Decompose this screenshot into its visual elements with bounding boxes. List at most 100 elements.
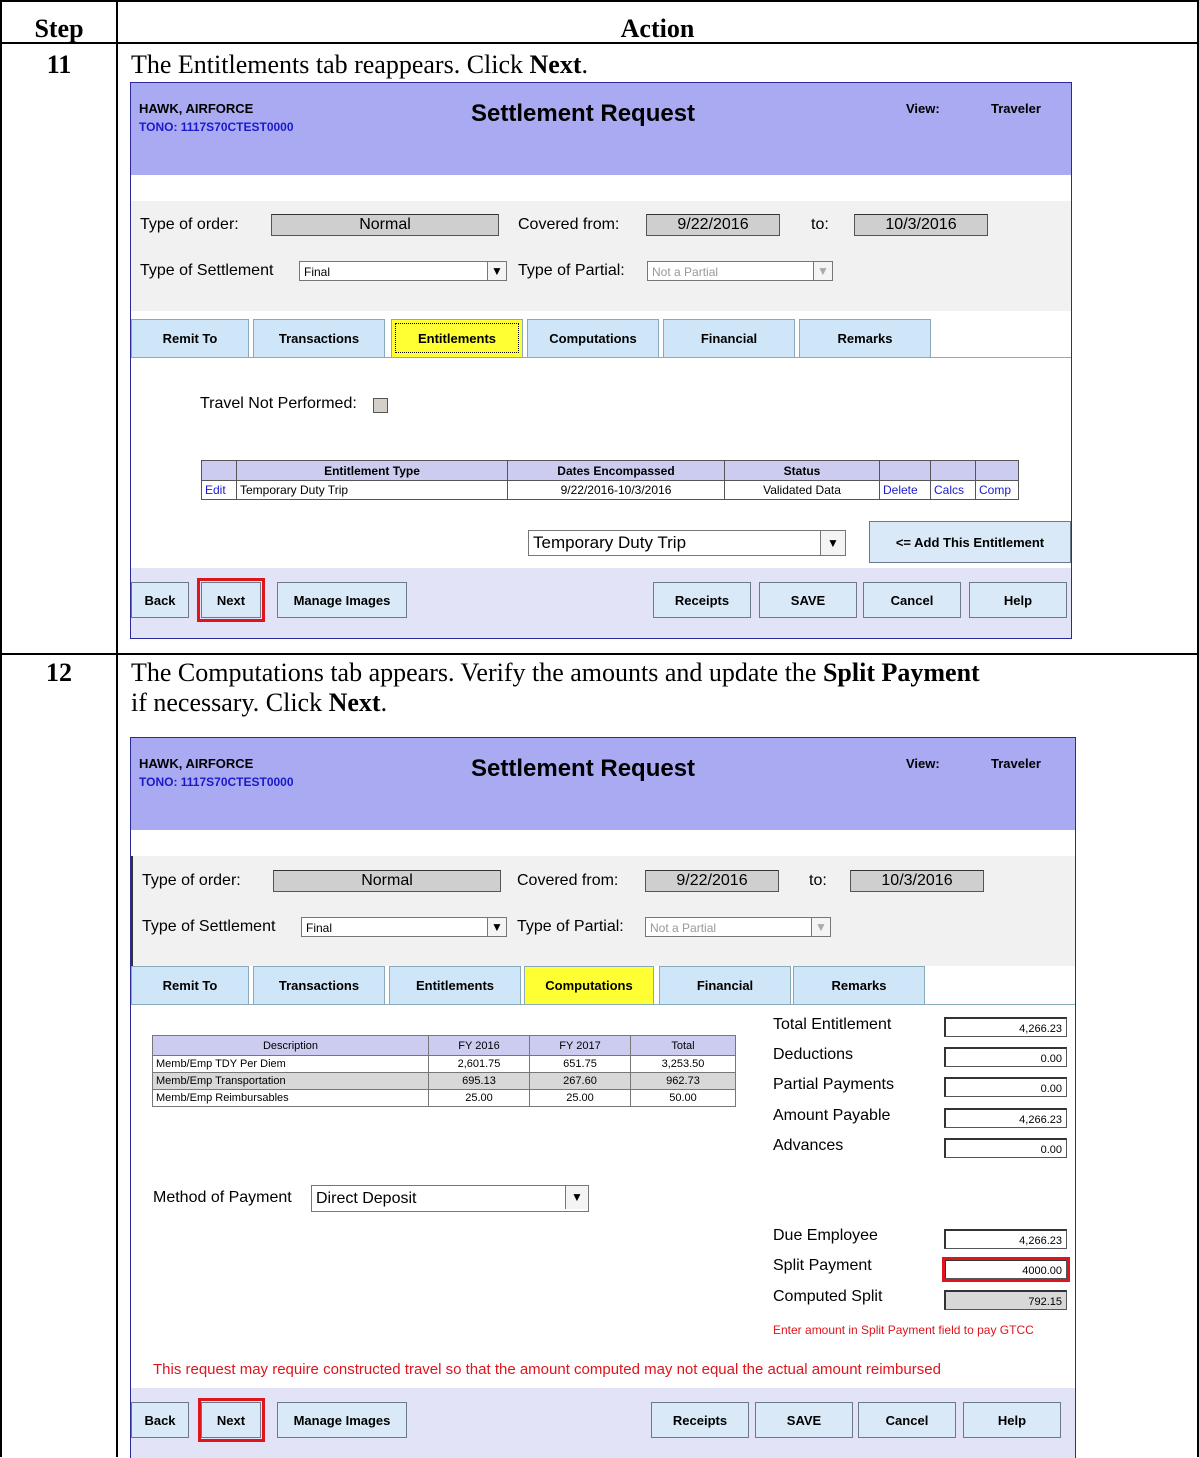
- travel-not-performed-checkbox[interactable]: [373, 398, 388, 413]
- total-entitlement-field: 4,266.23: [944, 1017, 1067, 1037]
- method-of-payment-select[interactable]: Direct Deposit ▼: [311, 1185, 589, 1212]
- page-title: Settlement Request: [471, 755, 696, 782]
- receipts-button[interactable]: Receipts: [651, 1402, 749, 1438]
- fy2017-cell: 651.75: [529, 1055, 631, 1073]
- amount-payable-label: Amount Payable: [773, 1107, 891, 1124]
- manage-images-button[interactable]: Manage Images: [277, 1402, 407, 1438]
- chevron-down-icon[interactable]: ▼: [565, 1186, 588, 1209]
- comp-link[interactable]: Comp: [975, 480, 1019, 500]
- row-divider: [0, 653, 1199, 655]
- computed-split-field: 792.15: [944, 1290, 1067, 1310]
- settlement-type-value: Final: [306, 921, 333, 935]
- table-border-top: [0, 0, 1199, 2]
- tab-transactions[interactable]: Transactions: [253, 319, 385, 357]
- constructed-travel-warning: This request may require constructed tra…: [153, 1361, 941, 1378]
- type-of-order-label: Type of order:: [140, 216, 239, 233]
- help-button[interactable]: Help: [969, 582, 1067, 618]
- back-button[interactable]: Back: [131, 582, 189, 618]
- travel-not-performed-label: Travel Not Performed:: [200, 395, 357, 412]
- instruction-text: if necessary. Click: [131, 688, 329, 717]
- settlement-type-select[interactable]: Final ▼: [299, 261, 507, 281]
- order-info: Type of order: Normal Covered from: 9/22…: [131, 201, 1071, 311]
- covered-from-label: Covered from:: [517, 872, 619, 889]
- covered-from-field: 9/22/2016: [646, 214, 780, 236]
- help-button[interactable]: Help: [963, 1402, 1061, 1438]
- instruction-table: Step Action 11 The Entitlements tab reap…: [0, 0, 1199, 1458]
- partial-type-select[interactable]: Not a Partial ▼: [647, 261, 833, 281]
- tab-remit-to[interactable]: Remit To: [131, 966, 249, 1004]
- view-value: Traveler: [991, 756, 1041, 771]
- tab-remarks[interactable]: Remarks: [793, 966, 925, 1004]
- edit-link[interactable]: Edit: [201, 480, 237, 500]
- tab-remarks[interactable]: Remarks: [799, 319, 931, 357]
- cancel-button[interactable]: Cancel: [863, 582, 961, 618]
- instruction-text: .: [380, 688, 388, 717]
- covered-from-field: 9/22/2016: [645, 870, 779, 892]
- partial-type-select[interactable]: Not a Partial ▼: [645, 917, 831, 937]
- chevron-down-icon[interactable]: ▼: [820, 531, 845, 555]
- tab-bar: Remit To Transactions Entitlements Compu…: [131, 966, 1075, 1004]
- tab-entitlements[interactable]: Entitlements: [391, 319, 523, 357]
- dates-cell: 9/22/2016-10/3/2016: [507, 480, 725, 500]
- chevron-down-icon[interactable]: ▼: [811, 918, 830, 936]
- table-header-row: Entitlement Type Dates Encompassed Statu…: [201, 460, 1019, 481]
- cancel-button[interactable]: Cancel: [858, 1402, 956, 1438]
- tab-financial[interactable]: Financial: [663, 319, 795, 357]
- method-of-payment-value: Direct Deposit: [316, 1190, 417, 1207]
- fy2016-cell: 695.13: [428, 1072, 530, 1090]
- settlement-type-value: Final: [304, 265, 331, 279]
- column-divider: [116, 0, 118, 1457]
- delete-link[interactable]: Delete: [879, 480, 931, 500]
- calcs-link[interactable]: Calcs: [930, 480, 976, 500]
- description-cell: Memb/Emp Reimbursables: [152, 1089, 429, 1107]
- manage-images-button[interactable]: Manage Images: [277, 582, 407, 618]
- tab-remit-to[interactable]: Remit To: [131, 319, 249, 357]
- header-step: Step: [34, 14, 84, 43]
- highlight-box: [198, 1398, 265, 1442]
- column-header: Entitlement Type: [236, 460, 508, 481]
- save-button[interactable]: SAVE: [759, 582, 857, 618]
- deductions-label: Deductions: [773, 1046, 854, 1063]
- table-border-left: [0, 0, 2, 1457]
- chevron-down-icon[interactable]: ▼: [487, 262, 506, 280]
- due-employee-field: 4,266.23: [944, 1229, 1067, 1249]
- header-action: Action: [620, 14, 695, 43]
- tono-number: TONO: 1117S70CTEST0000: [139, 120, 294, 134]
- step-number: 12: [46, 658, 72, 687]
- step-instruction: The Entitlements tab reappears. Click Ne…: [131, 50, 588, 80]
- back-button[interactable]: Back: [131, 1402, 189, 1438]
- settlement-type-select[interactable]: Final ▼: [301, 917, 507, 937]
- partial-type-label: Type of Partial:: [518, 262, 625, 279]
- total-entitlement-label: Total Entitlement: [773, 1016, 892, 1033]
- tab-transactions[interactable]: Transactions: [253, 966, 385, 1004]
- tab-financial[interactable]: Financial: [659, 966, 791, 1004]
- deductions-field: 0.00: [944, 1047, 1067, 1067]
- column-header: Total: [630, 1035, 736, 1056]
- to-field: 10/3/2016: [850, 870, 984, 892]
- chevron-down-icon[interactable]: ▼: [813, 262, 832, 280]
- tab-computations[interactable]: Computations: [527, 319, 659, 357]
- tab-underline: [131, 357, 1071, 358]
- entitlement-type-cell: Temporary Duty Trip: [236, 480, 508, 500]
- tab-computations[interactable]: Computations: [524, 966, 654, 1004]
- chevron-down-icon[interactable]: ▼: [487, 918, 506, 936]
- sub-bar: [131, 175, 1071, 202]
- description-cell: Memb/Emp Transportation: [152, 1072, 429, 1090]
- split-payment-note: Enter amount in Split Payment field to p…: [773, 1323, 1034, 1337]
- highlight-box: [942, 1257, 1070, 1282]
- receipts-button[interactable]: Receipts: [653, 582, 751, 618]
- partial-payments-field: 0.00: [944, 1077, 1067, 1097]
- fy2016-cell: 25.00: [428, 1089, 530, 1107]
- step-number: 11: [46, 50, 72, 79]
- instruction-bold: Next: [529, 50, 582, 79]
- add-entitlement-button[interactable]: <= Add This Entitlement: [869, 521, 1071, 563]
- entitlements-table: Entitlement Type Dates Encompassed Statu…: [201, 460, 1019, 500]
- entitlement-type-select[interactable]: Temporary Duty Trip ▼: [528, 530, 846, 556]
- method-of-payment-label: Method of Payment: [153, 1189, 292, 1206]
- view-label: View:: [906, 756, 940, 771]
- table-header-row: Description FY 2016 FY 2017 Total: [152, 1035, 736, 1056]
- instruction-text: The Entitlements tab reappears. Click: [131, 50, 530, 79]
- save-button[interactable]: SAVE: [755, 1402, 853, 1438]
- tab-entitlements[interactable]: Entitlements: [389, 966, 521, 1004]
- type-of-order-label: Type of order:: [142, 872, 241, 889]
